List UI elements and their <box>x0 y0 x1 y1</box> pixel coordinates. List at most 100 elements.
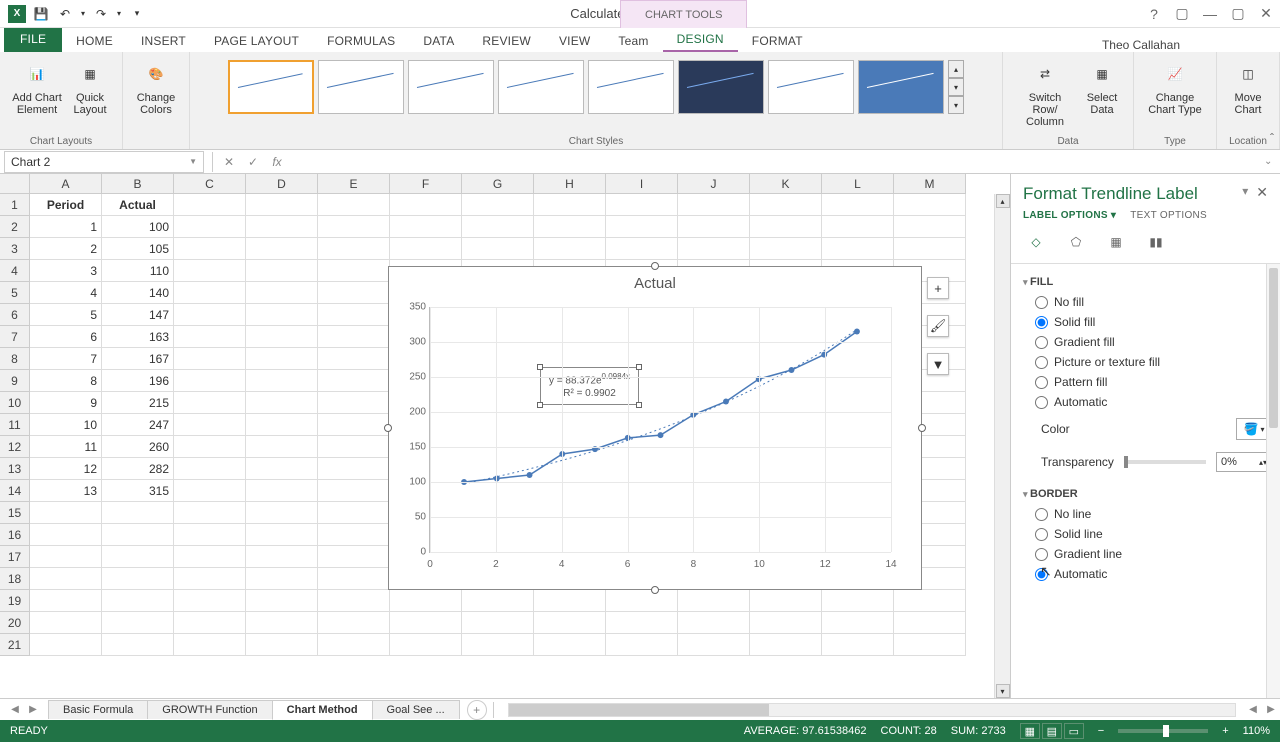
cell[interactable] <box>246 568 318 590</box>
row-header[interactable]: 6 <box>0 304 30 326</box>
cell[interactable] <box>174 326 246 348</box>
page-break-view-icon[interactable]: ▭ <box>1064 723 1084 739</box>
chart-style-1[interactable] <box>228 60 314 114</box>
cell[interactable] <box>534 634 606 656</box>
tab-data[interactable]: DATA <box>409 30 468 52</box>
cell[interactable] <box>390 194 462 216</box>
cell[interactable] <box>246 524 318 546</box>
cell[interactable] <box>246 216 318 238</box>
column-header[interactable]: J <box>678 174 750 194</box>
cell[interactable] <box>102 568 174 590</box>
cell[interactable]: 11 <box>30 436 102 458</box>
cell[interactable] <box>678 590 750 612</box>
radio-gradient-line[interactable]: Gradient line <box>1023 544 1272 564</box>
sheet-nav-next-icon[interactable]: ▶ <box>24 701 42 719</box>
radio-gradient-fill[interactable]: Gradient fill <box>1023 332 1272 352</box>
sheet-nav-prev-icon[interactable]: ◀ <box>6 701 24 719</box>
save-icon[interactable]: 💾 <box>30 3 52 25</box>
transparency-slider[interactable] <box>1124 460 1206 464</box>
cell[interactable] <box>174 370 246 392</box>
chart-style-4[interactable] <box>498 60 584 114</box>
cell[interactable] <box>174 568 246 590</box>
cell[interactable] <box>246 502 318 524</box>
vertical-scrollbar[interactable]: ▴ ▾ <box>994 194 1010 698</box>
cell[interactable] <box>174 216 246 238</box>
radio-automatic-line[interactable]: Automatic <box>1023 564 1272 584</box>
redo-dropdown-icon[interactable]: ▾ <box>114 3 124 25</box>
cell[interactable] <box>174 458 246 480</box>
column-header[interactable]: C <box>174 174 246 194</box>
cell[interactable]: 12 <box>30 458 102 480</box>
cell[interactable] <box>822 634 894 656</box>
chart-filter-icon[interactable]: ▼ <box>927 353 949 375</box>
horizontal-scrollbar[interactable] <box>508 703 1236 717</box>
row-header[interactable]: 13 <box>0 458 30 480</box>
cell[interactable]: 100 <box>102 216 174 238</box>
cell[interactable] <box>174 194 246 216</box>
tab-format[interactable]: FORMAT <box>738 30 817 52</box>
cell[interactable] <box>246 304 318 326</box>
gallery-scroll-up[interactable]: ▴ <box>948 60 964 78</box>
radio-solid-fill[interactable]: Solid fill <box>1023 312 1272 332</box>
radio-automatic-fill[interactable]: Automatic <box>1023 392 1272 412</box>
cell[interactable] <box>606 238 678 260</box>
size-category-icon[interactable]: ▦ <box>1103 229 1129 255</box>
pane-scrollbar[interactable] <box>1266 264 1280 698</box>
cell[interactable]: Actual <box>102 194 174 216</box>
cell[interactable] <box>246 436 318 458</box>
chart-object[interactable]: Actual y = 88.372e0.0984x R² = 0.9902 05… <box>388 266 922 590</box>
name-box-dropdown-icon[interactable]: ▼ <box>189 157 197 166</box>
cell[interactable] <box>102 612 174 634</box>
collapse-ribbon-icon[interactable]: ˆ <box>1270 131 1274 145</box>
tab-text-options[interactable]: TEXT OPTIONS <box>1130 210 1207 221</box>
column-header[interactable]: H <box>534 174 606 194</box>
cell[interactable] <box>318 348 390 370</box>
cancel-formula-icon[interactable]: ✕ <box>217 151 241 173</box>
cell[interactable] <box>318 260 390 282</box>
row-header[interactable]: 2 <box>0 216 30 238</box>
chart-resize-handle[interactable] <box>384 424 392 432</box>
tab-team[interactable]: Team <box>604 30 662 52</box>
cell[interactable] <box>30 612 102 634</box>
cell[interactable] <box>246 546 318 568</box>
formula-input[interactable] <box>289 151 1264 173</box>
cell[interactable] <box>318 590 390 612</box>
row-header[interactable]: 9 <box>0 370 30 392</box>
cell[interactable] <box>534 590 606 612</box>
select-data-button[interactable]: ▦ Select Data <box>1079 56 1125 130</box>
cell[interactable]: Period <box>30 194 102 216</box>
cell[interactable] <box>246 348 318 370</box>
tab-file[interactable]: FILE <box>4 26 62 52</box>
cell[interactable] <box>678 216 750 238</box>
trendline-label[interactable]: y = 88.372e0.0984x R² = 0.9902 <box>540 367 639 405</box>
cell[interactable]: 167 <box>102 348 174 370</box>
gallery-more[interactable]: ▾ <box>948 96 964 114</box>
effects-category-icon[interactable]: ⬠ <box>1063 229 1089 255</box>
cell[interactable] <box>246 634 318 656</box>
cell[interactable] <box>750 612 822 634</box>
move-chart-button[interactable]: ◫ Move Chart <box>1225 56 1271 118</box>
add-chart-element-button[interactable]: 📊 Add Chart Element <box>8 56 66 118</box>
row-header[interactable]: 16 <box>0 524 30 546</box>
new-sheet-icon[interactable]: + <box>467 700 487 720</box>
cell[interactable] <box>462 194 534 216</box>
cell[interactable]: 4 <box>30 282 102 304</box>
cell[interactable] <box>246 370 318 392</box>
cell[interactable]: 13 <box>30 480 102 502</box>
cell[interactable] <box>606 634 678 656</box>
scroll-up-icon[interactable]: ▴ <box>996 194 1010 208</box>
cell[interactable] <box>102 546 174 568</box>
page-layout-view-icon[interactable]: ▤ <box>1042 723 1062 739</box>
qat-customize-icon[interactable]: ▾ <box>126 3 148 25</box>
cell[interactable] <box>750 238 822 260</box>
pane-close-icon[interactable]: ✕ <box>1256 184 1268 201</box>
cell[interactable] <box>174 546 246 568</box>
cell[interactable] <box>102 524 174 546</box>
row-header[interactable]: 3 <box>0 238 30 260</box>
cell[interactable]: 315 <box>102 480 174 502</box>
ribbon-display-icon[interactable]: ▢ <box>1168 0 1196 28</box>
chart-style-3[interactable] <box>408 60 494 114</box>
cell[interactable] <box>606 590 678 612</box>
cell[interactable] <box>318 524 390 546</box>
column-header[interactable]: K <box>750 174 822 194</box>
